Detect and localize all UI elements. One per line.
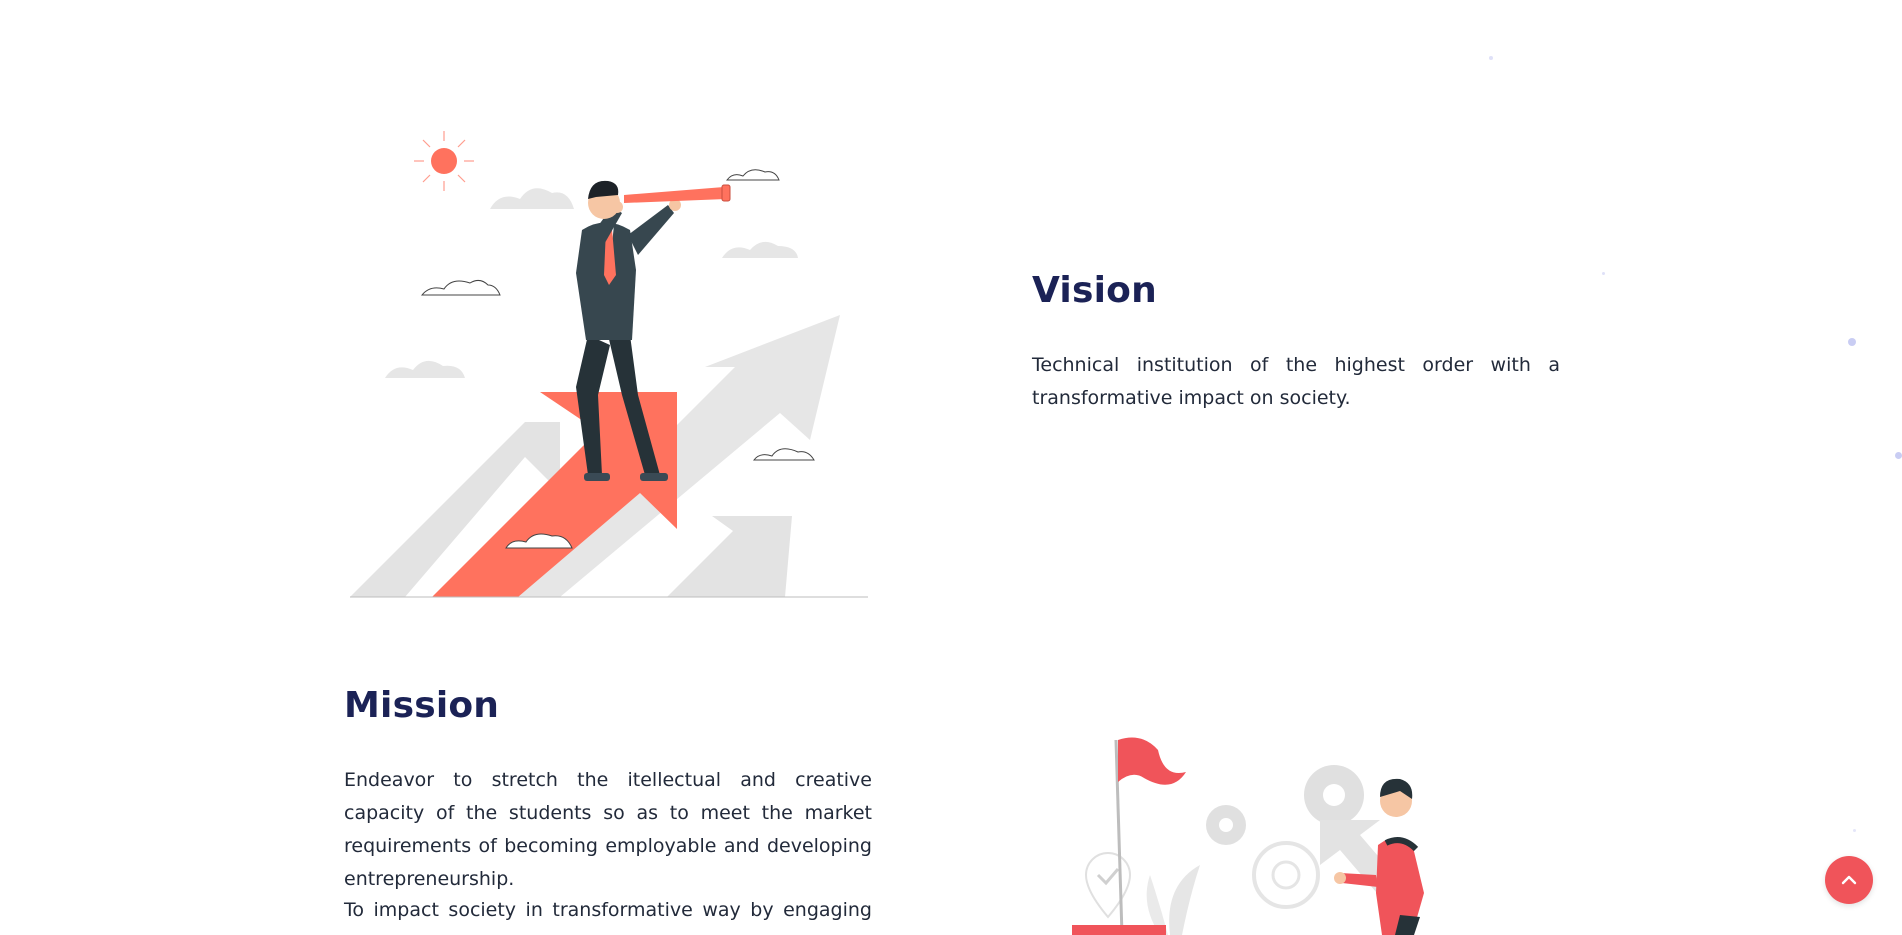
decor-dot (1602, 272, 1605, 275)
decor-dot (1489, 56, 1493, 60)
vision-heading: Vision (1032, 270, 1157, 311)
mission-heading: Mission (344, 685, 500, 726)
vision-mission-page: Vision Technical institution of the high… (0, 0, 1902, 935)
mission-illustration (1050, 725, 1480, 935)
man-pushing-arrow-illustration (1072, 737, 1424, 935)
decor-dot (1895, 452, 1902, 459)
man-with-telescope-illustration (350, 131, 868, 598)
decor-dot (1848, 338, 1856, 346)
vision-text: Technical institution of the highest ord… (1032, 354, 1560, 409)
mission-paragraph-2: To impact society in transformative way … (344, 899, 872, 935)
decor-dot (1853, 829, 1856, 832)
vision-illustration (340, 95, 880, 605)
scroll-to-top-button[interactable] (1825, 856, 1873, 904)
chevron-up-icon (1841, 875, 1857, 885)
mission-paragraph-1: Endeavor to stretch the itellectual and … (344, 769, 872, 890)
